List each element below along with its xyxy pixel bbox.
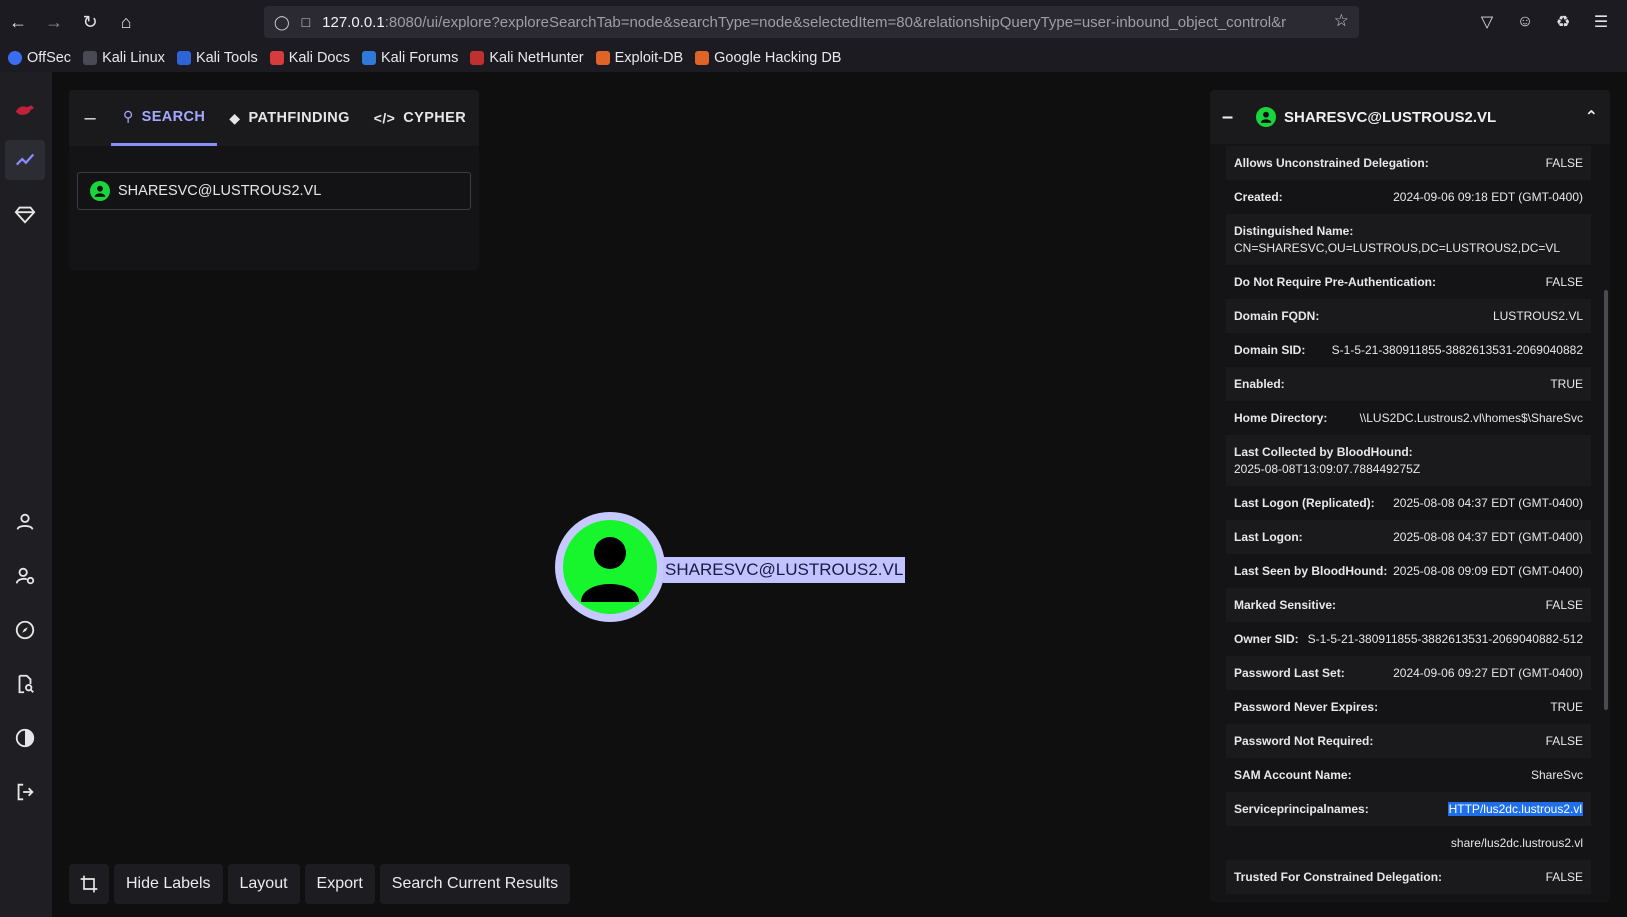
- search-tabs: – ⚲ SEARCH ◆ PATHFINDING </> CYPHER: [69, 90, 479, 146]
- bookmarks-bar: OffSec Kali Linux Kali Tools Kali Docs K…: [0, 44, 1627, 72]
- entity-detail-panel: – SHARESVC@LUSTROUS2.VL ⌃ Allows Unconst…: [1210, 90, 1610, 902]
- bookmark-kali-linux[interactable]: Kali Linux: [83, 50, 165, 66]
- account-icon[interactable]: ☺: [1509, 6, 1541, 38]
- explore-chart-icon[interactable]: [5, 140, 45, 180]
- bookmark-kali-tools[interactable]: Kali Tools: [176, 50, 258, 66]
- prop-trusted-constrained-delegation: Trusted For Constrained Delegation: FALSE: [1226, 860, 1591, 894]
- pocket-icon[interactable]: ▽: [1471, 6, 1503, 38]
- prop-password-never-expires: Password Never Expires: TRUE: [1234, 700, 1583, 714]
- detail-title: SHARESVC@LUSTROUS2.VL: [1284, 108, 1497, 126]
- prop-owner-sid: Owner SID: S-1-5-21-380911855-3882613531-…: [1234, 632, 1583, 646]
- extensions-icon[interactable]: ♻: [1547, 6, 1579, 38]
- prop-last-collected: Last Collected by BloodHound: 2025-08-08T…: [1226, 435, 1591, 486]
- browser-toolbar: ← → ↻ ⌂ ◯ □ 127.0.0.1:8080/ui/explore?ex…: [0, 0, 1627, 44]
- search-current-results-button[interactable]: Search Current Results: [379, 864, 571, 904]
- back-icon[interactable]: ←: [0, 4, 36, 40]
- search-input-value: SHARESVC@LUSTROUS2.VL: [118, 183, 322, 199]
- reload-icon[interactable]: ↻: [72, 4, 108, 40]
- url-host: 127.0.0.1: [322, 13, 385, 31]
- url-bar[interactable]: ◯ □ 127.0.0.1:8080/ui/explore?exploreSea…: [264, 6, 1359, 38]
- detail-scrollbar[interactable]: [1604, 290, 1608, 710]
- prop-distinguished-name: Distinguished Name: CN=SHARESVC,OU=LUSTRO…: [1226, 214, 1591, 265]
- user-node-icon: [563, 520, 657, 614]
- bookmark-kali-forums[interactable]: Kali Forums: [361, 50, 458, 66]
- prop-password-not-required: Password Not Required: FALSE: [1226, 724, 1591, 758]
- code-icon: </>: [373, 110, 396, 126]
- node-search-input[interactable]: SHARESVC@LUSTROUS2.VL: [77, 172, 471, 210]
- graph-toolbar: Hide Labels Layout Export Search Current…: [69, 864, 571, 904]
- bookmark-kali-nethunter[interactable]: Kali NetHunter: [470, 50, 584, 66]
- app-area: – ⚲ SEARCH ◆ PATHFINDING </> CYPHER SHARESV…: [0, 72, 1627, 917]
- crop-button[interactable]: [69, 864, 109, 904]
- prop-spn-2: share/lus2dc.lustrous2.vl: [1450, 836, 1583, 850]
- tab-cypher[interactable]: </> CYPHER: [362, 90, 478, 146]
- bloodhound-logo-icon[interactable]: [5, 90, 45, 130]
- url-path: :8080/ui/explore?exploreSearchTab=node&s…: [384, 13, 1287, 31]
- tab-search[interactable]: ⚲ SEARCH: [111, 90, 218, 146]
- export-button[interactable]: Export: [304, 864, 375, 904]
- left-nav: [0, 72, 52, 917]
- prop-password-last-set: Password Last Set: 2024-09-06 09:27 EDT (…: [1226, 656, 1591, 690]
- search-icon: ⚲: [123, 108, 134, 124]
- hide-labels-button[interactable]: Hide Labels: [114, 864, 223, 904]
- prop-created: Created: 2024-09-06 09:18 EDT (GMT-0400): [1234, 190, 1583, 204]
- menu-icon[interactable]: ☰: [1585, 6, 1617, 38]
- crop-icon: [80, 875, 98, 893]
- prop-marked-sensitive: Marked Sensitive: FALSE: [1226, 588, 1591, 622]
- tab-pathfinding[interactable]: ◆ PATHFINDING: [217, 90, 362, 146]
- compass-icon[interactable]: [5, 610, 45, 650]
- user-settings-icon[interactable]: [5, 556, 45, 596]
- search-panel: – ⚲ SEARCH ◆ PATHFINDING </> CYPHER SHARESV…: [69, 90, 479, 270]
- prop-spn: Serviceprincipalnames: HTTP/lus2dc.lustro…: [1226, 792, 1591, 826]
- document-search-icon[interactable]: [5, 664, 45, 704]
- bookmark-google-hacking-db[interactable]: Google Hacking DB: [695, 50, 841, 66]
- dark-mode-icon[interactable]: [5, 718, 45, 758]
- prop-unconstrained-delegation: Allows Unconstrained Delegation: FALSE: [1226, 146, 1591, 180]
- graph-node-user[interactable]: [555, 512, 665, 622]
- route-icon: ◆: [229, 109, 241, 126]
- prop-domain-fqdn: Domain FQDN: LUSTROUS2.VL: [1226, 299, 1591, 333]
- bookmark-star-icon[interactable]: ☆: [1334, 11, 1349, 31]
- logout-icon[interactable]: [5, 772, 45, 812]
- prop-last-logon-replicated: Last Logon (Replicated): 2025-08-08 04:37…: [1234, 496, 1583, 510]
- prop-last-logon: Last Logon: 2025-08-08 04:37 EDT (GMT-040…: [1226, 520, 1591, 554]
- collapse-search-button[interactable]: –: [69, 90, 111, 146]
- detail-header: – SHARESVC@LUSTROUS2.VL ⌃: [1210, 90, 1610, 144]
- bookmark-exploit-db[interactable]: Exploit-DB: [595, 50, 683, 66]
- graph-node-label: SHARESVC@LUSTROUS2.VL: [663, 557, 906, 583]
- home-icon[interactable]: ⌂: [108, 4, 144, 40]
- page-icon: □: [301, 14, 311, 30]
- forward-icon[interactable]: →: [36, 4, 72, 40]
- bookmark-kali-docs[interactable]: Kali Docs: [269, 50, 350, 66]
- layout-button[interactable]: Layout: [227, 864, 300, 904]
- shield-icon: ◯: [274, 13, 290, 30]
- prop-no-preauth: Do Not Require Pre-Authentication: FALSE: [1234, 275, 1583, 289]
- prop-domain-sid: Domain SID: S-1-5-21-380911855-3882613531…: [1234, 343, 1583, 357]
- chevron-up-icon[interactable]: ⌃: [1585, 107, 1598, 127]
- prop-sam-account-name: SAM Account Name: ShareSvc: [1234, 768, 1583, 782]
- user-node-icon: [90, 181, 110, 201]
- prop-enabled: Enabled: TRUE: [1226, 367, 1591, 401]
- user-node-icon: [1256, 107, 1276, 127]
- prop-last-seen: Last Seen by BloodHound: 2025-08-08 09:09…: [1234, 564, 1583, 578]
- prop-home-directory: Home Directory: \\LUS2DC.Lustrous2.vl\hom…: [1234, 411, 1583, 425]
- gem-icon[interactable]: [5, 194, 45, 234]
- user-icon[interactable]: [5, 502, 45, 542]
- property-list: Allows Unconstrained Delegation: FALSE Cr…: [1226, 146, 1591, 894]
- collapse-detail-button[interactable]: –: [1222, 106, 1242, 129]
- bookmark-offsec[interactable]: OffSec: [8, 50, 71, 66]
